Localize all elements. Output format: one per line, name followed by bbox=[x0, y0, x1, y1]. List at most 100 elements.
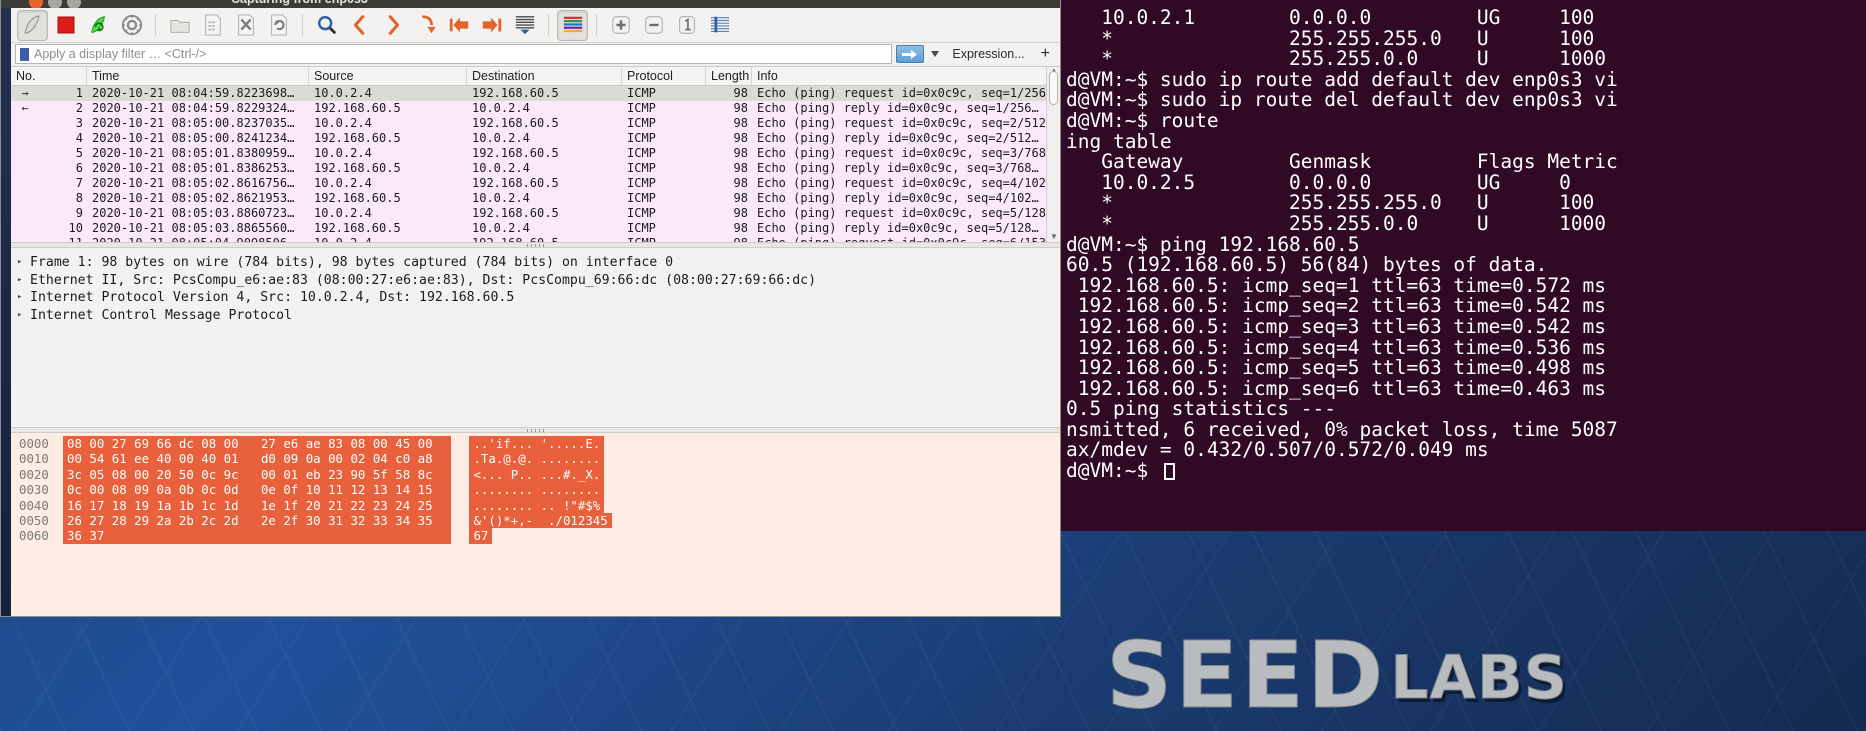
restart-capture-button[interactable] bbox=[83, 10, 114, 41]
save-file-button[interactable] bbox=[197, 10, 228, 41]
packet-list-body[interactable]: → 1 2020-10-21 08:04:59.8223698… 10.0.2.4 19… bbox=[11, 86, 1060, 251]
packet-cell-arrow bbox=[11, 176, 39, 191]
hex-dump-row[interactable]: 0000 08 00 27 69 66 dc 08 00 27 e6 ae 83 … bbox=[11, 436, 1060, 452]
add-filter-button[interactable]: + bbox=[1035, 45, 1056, 63]
display-filter-input-wrap[interactable]: Apply a display filter … <Ctrl-/> bbox=[15, 44, 893, 64]
display-filter-bar[interactable]: Apply a display filter … <Ctrl-/> Expres… bbox=[11, 43, 1060, 65]
expand-triangle-icon[interactable]: ▸ bbox=[17, 289, 25, 307]
hex-dump-row[interactable]: 0010 00 54 61 ee 40 00 40 01 d0 09 0a 00 … bbox=[11, 451, 1060, 467]
filter-expression-button[interactable]: Expression... bbox=[946, 47, 1030, 61]
packet-list-header[interactable]: No. Time Source Destination Protocol Length In… bbox=[11, 67, 1060, 86]
main-toolbar[interactable] bbox=[11, 8, 1060, 43]
packet-list-row[interactable]: 8 2020-10-21 08:05:02.8621953… 192.168.60.… bbox=[11, 191, 1060, 206]
packet-cell-info: Echo (ping) reply id=0x0c9c, seq=5/128… bbox=[757, 221, 1039, 235]
packet-list-row[interactable]: ← 2 2020-10-21 08:04:59.8229324… 192.168.60… bbox=[11, 101, 1060, 116]
packet-list-column-header[interactable]: Protocol bbox=[622, 67, 706, 85]
packet-bytes-pane[interactable]: 0000 08 00 27 69 66 dc 08 00 27 e6 ae 83 … bbox=[11, 433, 1060, 616]
go-to-first-packet-button[interactable] bbox=[443, 10, 474, 41]
apply-filter-button[interactable] bbox=[896, 45, 925, 63]
go-to-last-packet-button[interactable] bbox=[476, 10, 507, 41]
packet-list-row[interactable]: → 1 2020-10-21 08:04:59.8223698… 10.0.2.4 19… bbox=[11, 86, 1060, 101]
packet-cell-proto: ICMP bbox=[627, 206, 656, 220]
auto-scroll-button[interactable] bbox=[509, 10, 540, 41]
packet-list-column-header[interactable]: No. bbox=[11, 67, 87, 85]
packet-list-row[interactable]: 7 2020-10-21 08:05:02.8616756… 10.0.2.4 192… bbox=[11, 176, 1060, 191]
find-packet-button[interactable] bbox=[311, 10, 342, 41]
go-to-packet-button[interactable] bbox=[410, 10, 441, 41]
terminal-line: 0.5 ping statistics --- bbox=[1066, 397, 1337, 421]
packet-cell-len: 98 bbox=[733, 86, 748, 100]
packet-cell-arrow bbox=[11, 146, 39, 161]
expand-triangle-icon[interactable]: ▸ bbox=[17, 254, 25, 272]
hex-ascii-gap bbox=[451, 513, 469, 528]
toolbar-separator bbox=[302, 14, 303, 36]
terminal-line: 192.168.60.5: icmp_seq=2 ttl=63 time=0.5… bbox=[1066, 294, 1607, 318]
terminal-line: d@VM:~$ ping 192.168.60.5 bbox=[1066, 232, 1360, 256]
hex-offset: 0030 bbox=[19, 482, 49, 498]
hex-bytes: 0c 00 08 09 0a 0b 0c 0d 0e 0f 10 11 12 1… bbox=[63, 482, 452, 498]
toolbar-separator bbox=[155, 14, 156, 36]
screen: SEED LABS 10.0.2.1 0.0.0.0 UG 100 * 255.… bbox=[0, 0, 1866, 731]
open-file-button[interactable] bbox=[164, 10, 195, 41]
packet-detail-node[interactable]: ▸ Internet Protocol Version 4, Src: 10.0.… bbox=[17, 289, 1060, 307]
filter-dropdown-button[interactable] bbox=[928, 45, 943, 63]
window-titlebar[interactable]: Capturing from enp0s3 bbox=[1, 0, 1060, 9]
zoom-reset-button[interactable] bbox=[671, 10, 702, 41]
hex-dump-row[interactable]: 0060 36 37 67 bbox=[11, 528, 1060, 544]
hex-bytes: 08 00 27 69 66 dc 08 00 27 e6 ae 83 08 0… bbox=[63, 436, 452, 452]
capture-options-button[interactable] bbox=[116, 10, 147, 41]
expand-triangle-icon[interactable]: ▸ bbox=[17, 272, 25, 290]
packet-list-row[interactable]: 4 2020-10-21 08:05:00.8241234… 192.168.60.… bbox=[11, 131, 1060, 146]
hex-dump-row[interactable]: 0030 0c 00 08 09 0a 0b 0c 0d 0e 0f 10 11 … bbox=[11, 482, 1060, 498]
packet-detail-node[interactable]: ▸ Internet Control Message Protocol bbox=[17, 307, 1060, 325]
zoom-in-button[interactable] bbox=[605, 10, 636, 41]
packet-list-row[interactable]: 6 2020-10-21 08:05:01.8386253… 192.168.60.… bbox=[11, 161, 1060, 176]
packet-detail-node[interactable]: ▸ Ethernet II, Src: PcsCompu_e6:ae:83 (08… bbox=[17, 272, 1060, 290]
packet-list-column-header[interactable]: Info bbox=[752, 67, 1060, 85]
packet-cell-no: 10 bbox=[68, 221, 83, 235]
hex-ascii: &'()*+,- ./012345 bbox=[469, 513, 612, 529]
terminal-cursor bbox=[1163, 463, 1175, 481]
packet-cell-dst: 10.0.2.4 bbox=[472, 161, 530, 175]
packet-list-pane[interactable]: No. Time Source Destination Protocol Length In… bbox=[11, 66, 1060, 251]
packet-cell-proto: ICMP bbox=[627, 221, 656, 235]
packet-list-scroll-thumb[interactable] bbox=[1049, 71, 1058, 105]
terminal-line: ing table bbox=[1066, 129, 1172, 153]
packet-details-pane[interactable]: ▸ Frame 1: 98 bytes on wire (784 bits), 9… bbox=[11, 248, 1060, 427]
packet-list-column-header[interactable]: Time bbox=[87, 67, 309, 85]
start-capture-button[interactable] bbox=[17, 9, 48, 41]
resize-columns-button[interactable] bbox=[704, 10, 735, 41]
packet-list-scrollbar[interactable]: ▲ ▼ bbox=[1046, 66, 1060, 242]
expand-triangle-icon[interactable]: ▸ bbox=[17, 307, 25, 325]
go-back-button[interactable] bbox=[344, 10, 375, 41]
bookmark-icon[interactable] bbox=[20, 47, 29, 61]
stop-capture-button[interactable] bbox=[50, 10, 81, 41]
packet-list-row[interactable]: 9 2020-10-21 08:05:03.8860723… 10.0.2.4 192… bbox=[11, 206, 1060, 221]
packet-detail-label: Internet Protocol Version 4, Src: 10.0.2… bbox=[30, 290, 515, 305]
colorize-packets-button[interactable] bbox=[557, 9, 588, 41]
packet-list-row[interactable]: 3 2020-10-21 08:05:00.8237035… 10.0.2.4 192… bbox=[11, 116, 1060, 131]
hex-ascii: <... P.. ...#._X. bbox=[469, 466, 605, 483]
packet-cell-src: 10.0.2.4 bbox=[314, 176, 372, 190]
packet-list-column-header[interactable]: Length bbox=[706, 67, 752, 85]
packet-detail-node[interactable]: ▸ Frame 1: 98 bytes on wire (784 bits), 9… bbox=[17, 254, 1060, 272]
hex-dump-row[interactable]: 0050 26 27 28 29 2a 2b 2c 2d 2e 2f 30 31 … bbox=[11, 513, 1060, 529]
scroll-down-icon[interactable]: ▼ bbox=[1050, 232, 1058, 241]
hex-dump-row[interactable]: 0020 3c 05 08 00 20 50 0c 9c 00 01 eb 23 … bbox=[11, 466, 1060, 483]
packet-list-row[interactable]: 10 2020-10-21 08:05:03.8865560… 192.168.60… bbox=[11, 221, 1060, 236]
reload-file-button[interactable] bbox=[263, 10, 294, 41]
packet-list-row[interactable]: 5 2020-10-21 08:05:01.8380959… 10.0.2.4 192… bbox=[11, 146, 1060, 161]
zoom-out-button[interactable] bbox=[638, 10, 669, 41]
hex-ascii: 67 bbox=[469, 528, 493, 544]
packet-list-column-header[interactable]: Source bbox=[309, 67, 467, 85]
hex-dump-row[interactable]: 0040 16 17 18 19 1a 1b 1c 1d 1e 1f 20 21 … bbox=[11, 497, 1060, 514]
wireshark-window[interactable]: Capturing from enp0s3 bbox=[0, 0, 1061, 617]
packet-details-tree[interactable]: ▸ Frame 1: 98 bytes on wire (784 bits), 9… bbox=[17, 254, 1060, 324]
packet-list-column-header[interactable]: Destination bbox=[467, 67, 622, 85]
packet-bytes-dump: 0000 08 00 27 69 66 dc 08 00 27 e6 ae 83 … bbox=[11, 436, 1060, 544]
packet-detail-label: Internet Control Message Protocol bbox=[30, 307, 293, 323]
packet-cell-len: 98 bbox=[733, 161, 748, 175]
terminal-window[interactable]: 10.0.2.1 0.0.0.0 UG 100 * 255.255.255.0 … bbox=[1060, 0, 1866, 531]
go-forward-button[interactable] bbox=[377, 10, 408, 41]
close-file-button[interactable] bbox=[230, 10, 261, 41]
